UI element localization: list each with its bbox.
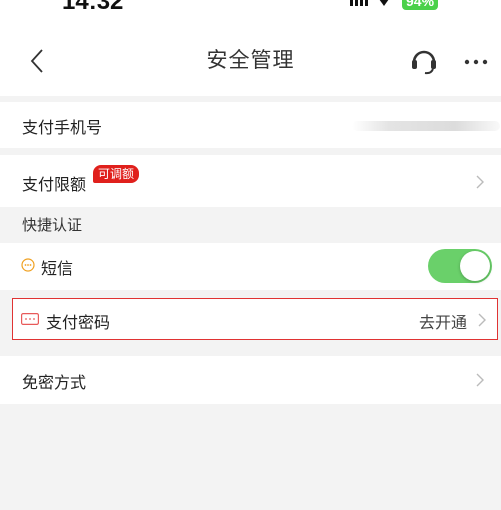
message-icon: [21, 258, 35, 272]
payment-phone-label: 支付手机号: [22, 118, 103, 137]
quick-auth-heading: 快捷认证: [22, 216, 83, 234]
payment-limit-row[interactable]: 支付限额 可调额: [0, 155, 501, 207]
masked-phone-value: [352, 121, 500, 131]
sms-row: 短信: [0, 243, 501, 290]
card-icon: [21, 313, 39, 325]
sms-label: 短信: [41, 259, 74, 278]
payment-password-row[interactable]: 支付密码 去开通: [12, 298, 498, 340]
toggle-knob: [460, 251, 490, 281]
nav-bar: 安全管理: [0, 22, 501, 96]
payment-limit-label: 支付限额: [22, 175, 87, 194]
password-free-label: 免密方式: [22, 373, 87, 392]
adjustable-badge: 可调额: [93, 165, 140, 183]
signal-icon: [350, 0, 368, 6]
wifi-icon: [379, 0, 389, 6]
chevron-right-icon: [476, 373, 484, 387]
chevron-right-icon: [478, 313, 486, 327]
status-time: 14:32: [62, 0, 124, 15]
more-icon[interactable]: [463, 58, 489, 66]
password-free-row[interactable]: 免密方式: [0, 356, 501, 404]
payment-password-label: 支付密码: [46, 313, 111, 332]
activate-link[interactable]: 去开通: [419, 309, 467, 333]
sms-toggle[interactable]: [428, 249, 492, 283]
headset-icon[interactable]: [409, 45, 439, 75]
chevron-right-icon: [476, 175, 484, 189]
battery-icon: 94%: [402, 0, 439, 10]
status-bar: 14:32 94%: [0, 0, 501, 22]
payment-phone-row[interactable]: 支付手机号: [0, 102, 501, 148]
